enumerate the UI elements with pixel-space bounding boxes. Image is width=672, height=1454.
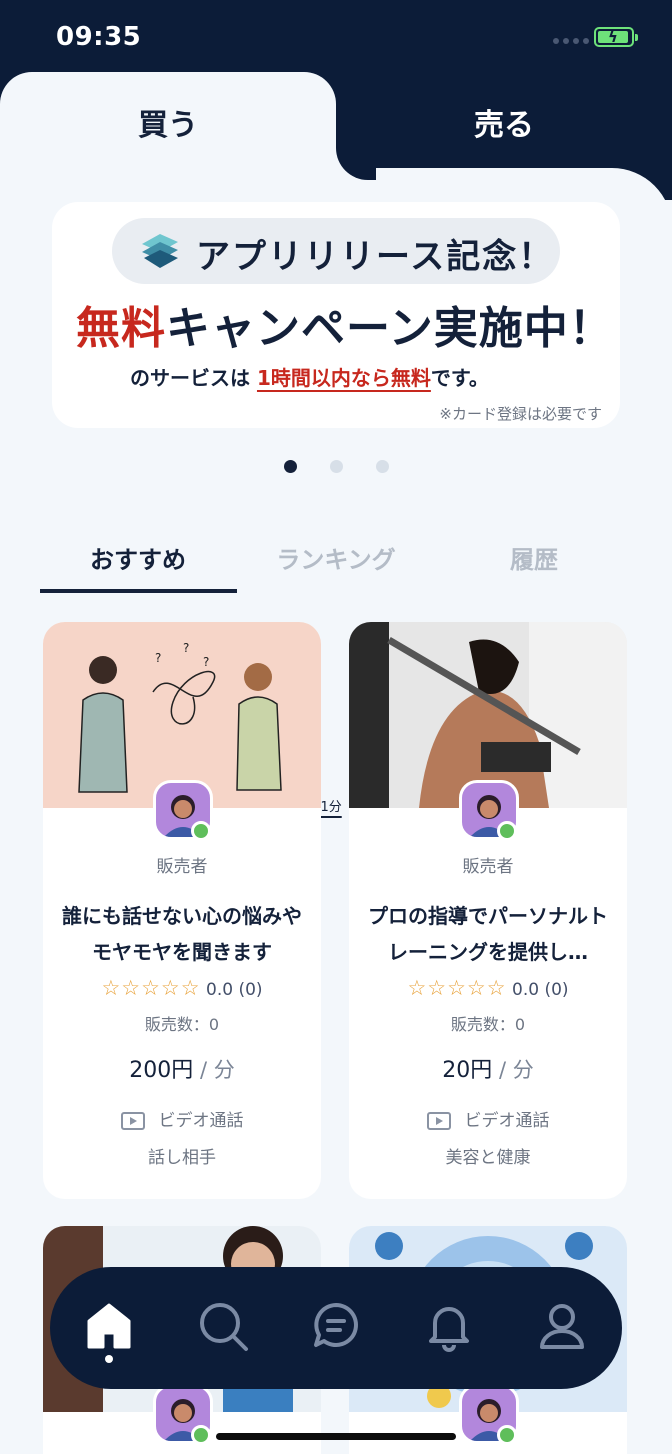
tab-history[interactable]: 履歴 bbox=[436, 540, 632, 575]
service-card[interactable]: 販売者 プロの指導でパーソナルトレーニングを提供し… ☆☆☆☆☆ 0.0 (0)… bbox=[349, 622, 627, 1199]
tab-active-indicator bbox=[40, 589, 237, 593]
category: 美容と健康 bbox=[445, 1148, 531, 1168]
rating: ☆☆☆☆☆ 0.0 (0) bbox=[101, 976, 263, 1000]
seller-label: 販売者 bbox=[156, 857, 208, 877]
star-rating-icon: ☆☆☆☆☆ bbox=[101, 976, 201, 1000]
price: 20円 / 分 bbox=[442, 1058, 534, 1083]
sales-count: 販売数：0 bbox=[144, 1015, 220, 1034]
banner-subtext: ¥1 / 1分 のサービスは 1時間以内なら無料です。 bbox=[130, 366, 489, 817]
banner-note: ※カード登録は必要です bbox=[439, 405, 602, 423]
profile-icon[interactable] bbox=[530, 1293, 594, 1357]
online-indicator bbox=[191, 1425, 211, 1445]
tab-curve bbox=[336, 140, 376, 180]
category: 話し相手 bbox=[148, 1148, 216, 1168]
tab-recommended[interactable]: おすすめ bbox=[40, 540, 236, 575]
banner-headline: 無料キャンペーン実施中！ bbox=[76, 303, 614, 354]
video-call-icon bbox=[426, 1112, 451, 1130]
online-indicator bbox=[497, 1425, 517, 1445]
home-indicator bbox=[216, 1433, 456, 1440]
bell-icon[interactable] bbox=[417, 1293, 481, 1357]
seller-label: 販売者 bbox=[462, 857, 514, 877]
card-title: 誰にも話せない心の悩みやモヤモヤを聞きます bbox=[62, 904, 302, 964]
carousel-dot[interactable] bbox=[376, 460, 389, 473]
active-indicator bbox=[105, 1355, 113, 1363]
status-time: 09:35 bbox=[56, 22, 142, 52]
battery-icon: ϟ bbox=[594, 27, 638, 47]
search-icon[interactable] bbox=[190, 1293, 254, 1357]
video-call-icon bbox=[120, 1112, 145, 1130]
online-indicator bbox=[191, 821, 211, 841]
call-type: ビデオ通話 bbox=[43, 1106, 321, 1131]
svg-text:?: ? bbox=[155, 651, 161, 665]
banner-pill-text: アプリリリース記念！ bbox=[196, 237, 555, 277]
card-title: プロの指導でパーソナルトレーニングを提供し… bbox=[368, 904, 608, 964]
star-rating-icon: ☆☆☆☆☆ bbox=[407, 976, 507, 1000]
service-card[interactable]: ? ? ? 販売者 誰にも話せない心の悩みやモヤモヤを聞きます ☆☆☆☆☆ 0.… bbox=[43, 622, 321, 1199]
svg-text:?: ? bbox=[203, 655, 209, 669]
call-type: ビデオ通話 bbox=[349, 1106, 627, 1131]
price: 200円 / 分 bbox=[129, 1058, 235, 1083]
sales-count: 販売数：0 bbox=[450, 1015, 526, 1034]
carousel-dot-active[interactable] bbox=[284, 460, 297, 473]
home-icon[interactable] bbox=[77, 1293, 141, 1357]
svg-text:?: ? bbox=[183, 641, 189, 655]
tab-ranking[interactable]: ランキング bbox=[238, 540, 434, 575]
signal-icon bbox=[553, 38, 589, 44]
tab-buy-label[interactable]: 買う bbox=[0, 100, 336, 144]
online-indicator bbox=[497, 821, 517, 841]
carousel-dot[interactable] bbox=[330, 460, 343, 473]
app-logo-icon bbox=[142, 234, 178, 268]
rating: ☆☆☆☆☆ 0.0 (0) bbox=[407, 976, 569, 1000]
tab-sell[interactable]: 売る bbox=[336, 100, 672, 144]
chat-icon[interactable] bbox=[304, 1293, 368, 1357]
carousel-dots[interactable] bbox=[284, 460, 389, 473]
